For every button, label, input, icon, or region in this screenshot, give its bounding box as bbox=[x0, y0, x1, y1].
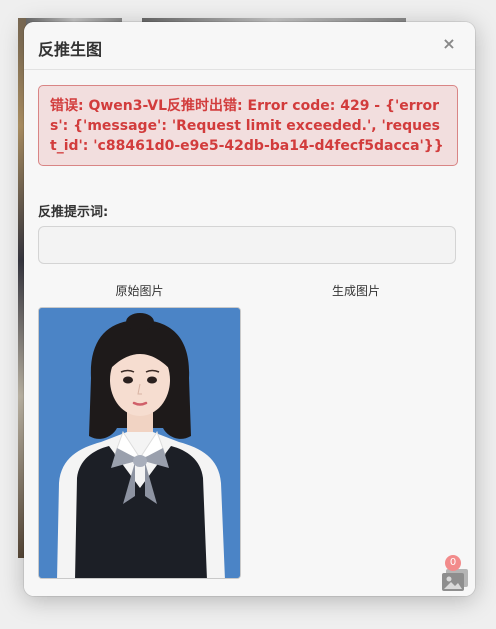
close-button[interactable]: × bbox=[439, 34, 459, 54]
modal-body: 错误: Qwen3-VL反推时出错: Error code: 429 - {'e… bbox=[24, 70, 475, 596]
original-image-label: 原始图片 bbox=[115, 284, 164, 298]
image-gallery-icon[interactable] bbox=[442, 569, 468, 591]
reverse-generate-modal: 反推生图 × 错误: Qwen3-VL反推时出错: Error code: 42… bbox=[24, 22, 475, 596]
generated-image-area: 0 bbox=[254, 307, 468, 591]
portrait-illustration bbox=[39, 308, 240, 578]
modal-title: 反推生图 bbox=[38, 40, 103, 59]
gallery-count-badge: 0 bbox=[445, 555, 461, 571]
original-image bbox=[38, 307, 241, 579]
prompt-label: 反推提示词: bbox=[38, 205, 109, 220]
generated-image-label: 生成图片 bbox=[331, 284, 380, 298]
modal-header: 反推生图 × bbox=[24, 22, 475, 70]
reverse-prompt-field[interactable] bbox=[38, 226, 456, 264]
error-alert: 错误: Qwen3-VL反推时出错: Error code: 429 - {'e… bbox=[38, 85, 458, 166]
